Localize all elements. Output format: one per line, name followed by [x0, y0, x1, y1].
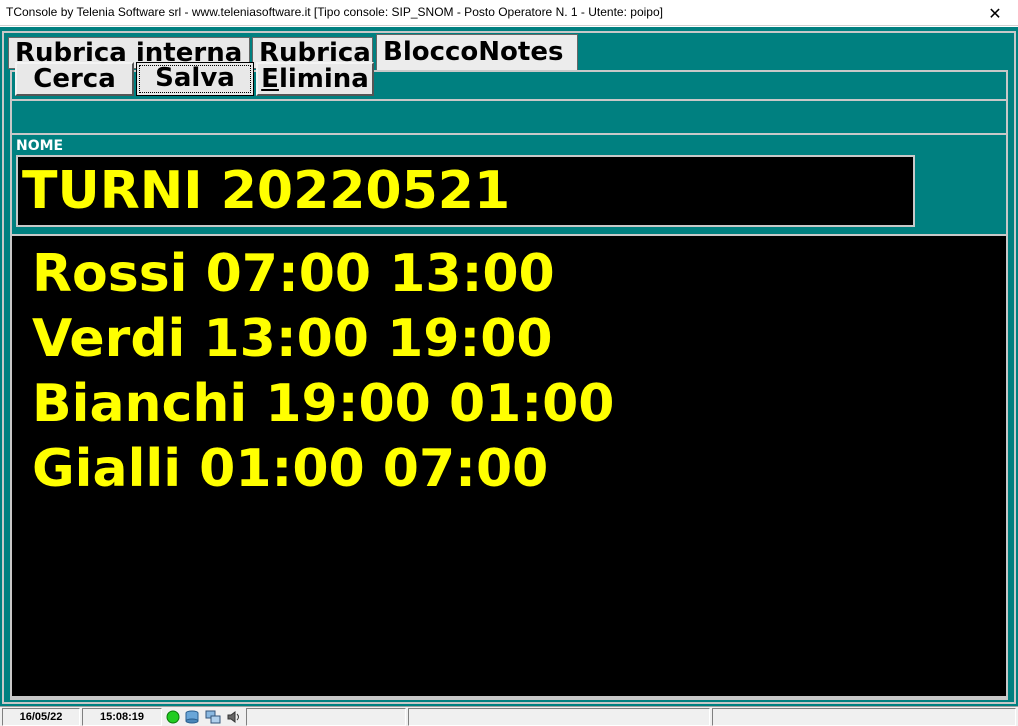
notes-textarea[interactable]: Rossi 07:00 13:00 Verdi 13:00 19:00 Bian…	[10, 234, 1008, 698]
name-field[interactable]: TURNI 20220521	[16, 155, 915, 227]
elimina-label: limina	[278, 64, 369, 94]
window-titlebar: TConsole by Telenia Software srl - www.t…	[0, 0, 1018, 26]
salva-button[interactable]: Salva	[136, 62, 254, 96]
status-online-icon	[165, 710, 181, 724]
note-line: Verdi 13:00 19:00	[32, 309, 553, 369]
status-cell-empty-2	[408, 708, 710, 726]
toolbar-divider-bottom	[12, 133, 1006, 135]
database-icon	[184, 710, 200, 724]
status-cell-empty-3	[712, 708, 1016, 726]
elimina-accelerator: E	[261, 64, 279, 94]
name-label: NOME	[16, 138, 64, 154]
window-title: TConsole by Telenia Software srl - www.t…	[6, 5, 663, 19]
speaker-icon	[226, 710, 242, 724]
elimina-button[interactable]: Elimina	[256, 62, 374, 96]
close-icon: ✕	[988, 3, 1002, 23]
status-time: 15:08:19	[82, 708, 162, 726]
note-line: Gialli 01:00 07:00	[32, 439, 549, 499]
note-line: Rossi 07:00 13:00	[32, 244, 555, 304]
status-cell-empty-1	[246, 708, 406, 726]
close-button[interactable]: ✕	[972, 0, 1018, 26]
network-icon	[205, 710, 221, 724]
note-line: Bianchi 19:00 01:00	[32, 374, 615, 434]
cerca-button[interactable]: Cerca	[15, 62, 134, 96]
tab-blocconotes[interactable]: BloccoNotes	[376, 34, 578, 70]
toolbar-divider-top	[12, 99, 1006, 101]
status-bar: 16/05/22 15:08:19	[0, 706, 1018, 726]
status-date: 16/05/22	[2, 708, 80, 726]
